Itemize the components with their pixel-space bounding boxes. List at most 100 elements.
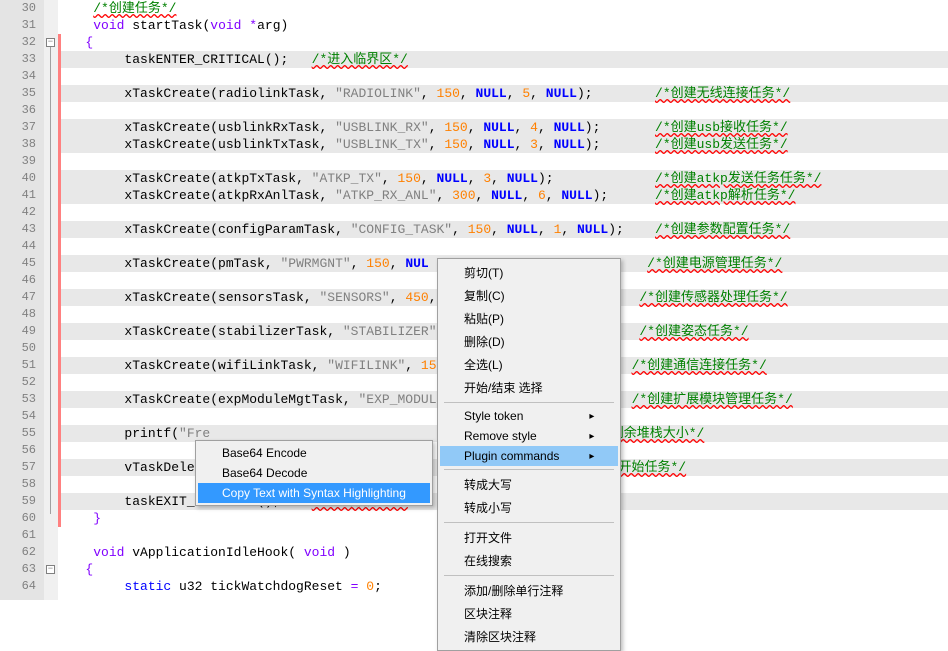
menu-item[interactable]: Base64 Decode — [198, 463, 430, 483]
menu-item-label: 全选(L) — [464, 356, 503, 373]
code-line[interactable]: taskENTER_CRITICAL(); /*进入临界区*/ — [58, 51, 948, 68]
line-number: 46 — [0, 272, 36, 289]
menu-item[interactable]: 打开文件 — [440, 526, 618, 549]
menu-item[interactable]: 转成大写 — [440, 473, 618, 496]
code-line[interactable]: { — [58, 34, 948, 51]
menu-separator — [444, 522, 614, 523]
line-number: 48 — [0, 306, 36, 323]
line-number: 40 — [0, 170, 36, 187]
menu-item-label: 剪切(T) — [464, 264, 503, 281]
menu-separator — [444, 575, 614, 576]
context-menu: 剪切(T) 复制(C) 粘贴(P) 删除(D) 全选(L) 开始/结束 选择 Style t… — [437, 258, 621, 651]
menu-item-label: 开始/结束 选择 — [464, 379, 543, 396]
line-number: 30 — [0, 0, 36, 17]
menu-item-label: Plugin commands — [464, 449, 559, 463]
menu-item-label: Style token — [464, 409, 523, 423]
line-number: 47 — [0, 289, 36, 306]
menu-item-label: 转成大写 — [464, 476, 512, 493]
line-number: 37 — [0, 119, 36, 136]
line-number: 54 — [0, 408, 36, 425]
menu-item-label: 清除区块注释 — [464, 628, 536, 645]
chevron-right-icon: ▸ — [589, 451, 594, 462]
menu-item[interactable]: 粘贴(P) — [440, 307, 618, 330]
line-number: 41 — [0, 187, 36, 204]
line-number: 55 — [0, 425, 36, 442]
menu-item-label: 删除(D) — [464, 333, 505, 350]
fold-toggle-icon[interactable]: − — [46, 565, 55, 574]
menu-item-label: Copy Text with Syntax Highlighting — [222, 486, 406, 500]
line-number: 50 — [0, 340, 36, 357]
line-number: 45 — [0, 255, 36, 272]
code-line[interactable] — [58, 238, 948, 255]
line-number-gutter: 3031323334353637383940414243444546474849… — [0, 0, 44, 600]
menu-item[interactable]: 开始/结束 选择 — [440, 376, 618, 399]
line-number: 58 — [0, 476, 36, 493]
menu-item[interactable]: 剪切(T) — [440, 261, 618, 284]
menu-item-label: 添加/删除单行注释 — [464, 582, 563, 599]
menu-item[interactable]: 在线搜索 — [440, 549, 618, 572]
line-number: 32 — [0, 34, 36, 51]
menu-item[interactable]: 区块注释 — [440, 602, 618, 625]
code-line[interactable]: xTaskCreate(atkpRxAnlTask, "ATKP_RX_ANL"… — [58, 187, 948, 204]
fold-column[interactable]: −− — [44, 0, 58, 600]
chevron-right-icon: ▸ — [589, 431, 594, 442]
line-number: 42 — [0, 204, 36, 221]
line-number: 56 — [0, 442, 36, 459]
menu-item-label: 在线搜索 — [464, 552, 512, 569]
menu-item-label: Remove style — [464, 429, 537, 443]
line-number: 33 — [0, 51, 36, 68]
menu-item[interactable]: 删除(D) — [440, 330, 618, 353]
menu-item-label: 复制(C) — [464, 287, 505, 304]
menu-item[interactable]: 复制(C) — [440, 284, 618, 307]
line-number: 44 — [0, 238, 36, 255]
code-line[interactable] — [58, 102, 948, 119]
code-line[interactable] — [58, 68, 948, 85]
code-line[interactable] — [58, 204, 948, 221]
code-line[interactable]: xTaskCreate(usblinkRxTask, "USBLINK_RX",… — [58, 119, 948, 136]
line-number: 57 — [0, 459, 36, 476]
line-number: 61 — [0, 527, 36, 544]
line-number: 49 — [0, 323, 36, 340]
line-number: 43 — [0, 221, 36, 238]
menu-item[interactable]: Style token ▸ — [440, 406, 618, 426]
code-line[interactable] — [58, 153, 948, 170]
line-number: 35 — [0, 85, 36, 102]
line-number: 38 — [0, 136, 36, 153]
menu-separator — [444, 402, 614, 403]
menu-separator — [444, 469, 614, 470]
code-line[interactable]: xTaskCreate(radiolinkTask, "RADIOLINK", … — [58, 85, 948, 102]
menu-item-label: 转成小写 — [464, 499, 512, 516]
menu-item-label: Base64 Encode — [222, 446, 307, 460]
menu-item[interactable]: 转成小写 — [440, 496, 618, 519]
line-number: 52 — [0, 374, 36, 391]
menu-item[interactable]: Remove style ▸ — [440, 426, 618, 446]
menu-item-label: 粘贴(P) — [464, 310, 504, 327]
menu-item[interactable]: Plugin commands ▸ — [440, 446, 618, 466]
line-number: 62 — [0, 544, 36, 561]
menu-item[interactable]: 添加/删除单行注释 — [440, 579, 618, 602]
line-number: 60 — [0, 510, 36, 527]
menu-item-label: 打开文件 — [464, 529, 512, 546]
line-number: 31 — [0, 17, 36, 34]
line-number: 53 — [0, 391, 36, 408]
fold-toggle-icon[interactable]: − — [46, 38, 55, 47]
menu-item[interactable]: Base64 Encode — [198, 443, 430, 463]
code-line[interactable]: void startTask(void *arg) — [58, 17, 948, 34]
menu-item[interactable]: 清除区块注释 — [440, 625, 618, 648]
plugin-commands-submenu: Base64 Encode Base64 Decode Copy Text with… — [195, 440, 433, 506]
line-number: 39 — [0, 153, 36, 170]
code-line[interactable]: xTaskCreate(atkpTxTask, "ATKP_TX", 150, … — [58, 170, 948, 187]
chevron-right-icon: ▸ — [589, 411, 594, 422]
code-line[interactable]: xTaskCreate(usblinkTxTask, "USBLINK_TX",… — [58, 136, 948, 153]
line-number: 36 — [0, 102, 36, 119]
code-line[interactable]: xTaskCreate(configParamTask, "CONFIG_TAS… — [58, 221, 948, 238]
code-line[interactable]: /*创建任务*/ — [58, 0, 948, 17]
menu-item-label: Base64 Decode — [222, 466, 307, 480]
menu-item[interactable]: 全选(L) — [440, 353, 618, 376]
line-number: 59 — [0, 493, 36, 510]
line-number: 63 — [0, 561, 36, 578]
line-number: 34 — [0, 68, 36, 85]
menu-item-label: 区块注释 — [464, 605, 512, 622]
line-number: 64 — [0, 578, 36, 595]
menu-item[interactable]: Copy Text with Syntax Highlighting — [198, 483, 430, 503]
